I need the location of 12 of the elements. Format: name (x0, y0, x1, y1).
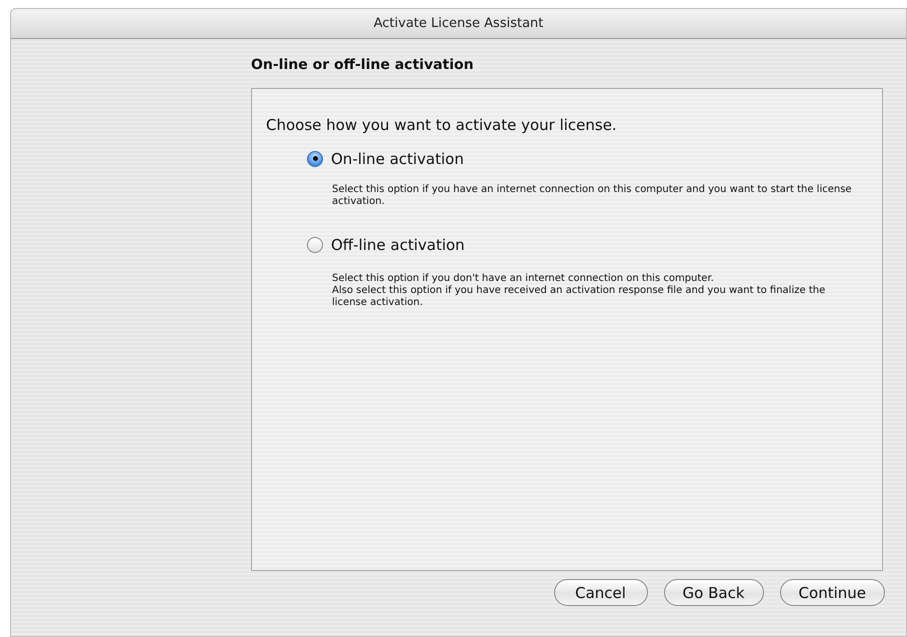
option-description: Select this option if you don't have an internet connection on this computer. Also select this option if you have received an activation response file and you want to finalize the license activation. (332, 272, 826, 308)
dialog-button[interactable]: Cancel (554, 579, 648, 606)
step-heading: On-line or off-line activation (251, 57, 475, 73)
radio-option[interactable]: Off-line activation (307, 236, 465, 254)
dialog-button[interactable]: Continue (780, 579, 885, 606)
radio-option[interactable]: On-line activation (307, 150, 464, 168)
radio-button[interactable] (307, 150, 323, 166)
window-title: Activate License Assistant (11, 9, 906, 39)
prompt-text: Choose how you want to activate your license. (266, 116, 618, 134)
dialog-button[interactable]: Go Back (664, 579, 764, 606)
radio-button[interactable] (307, 236, 323, 252)
option-description: Select this option if you have an internet connection on this computer and you want to start the license activation. (332, 184, 852, 208)
